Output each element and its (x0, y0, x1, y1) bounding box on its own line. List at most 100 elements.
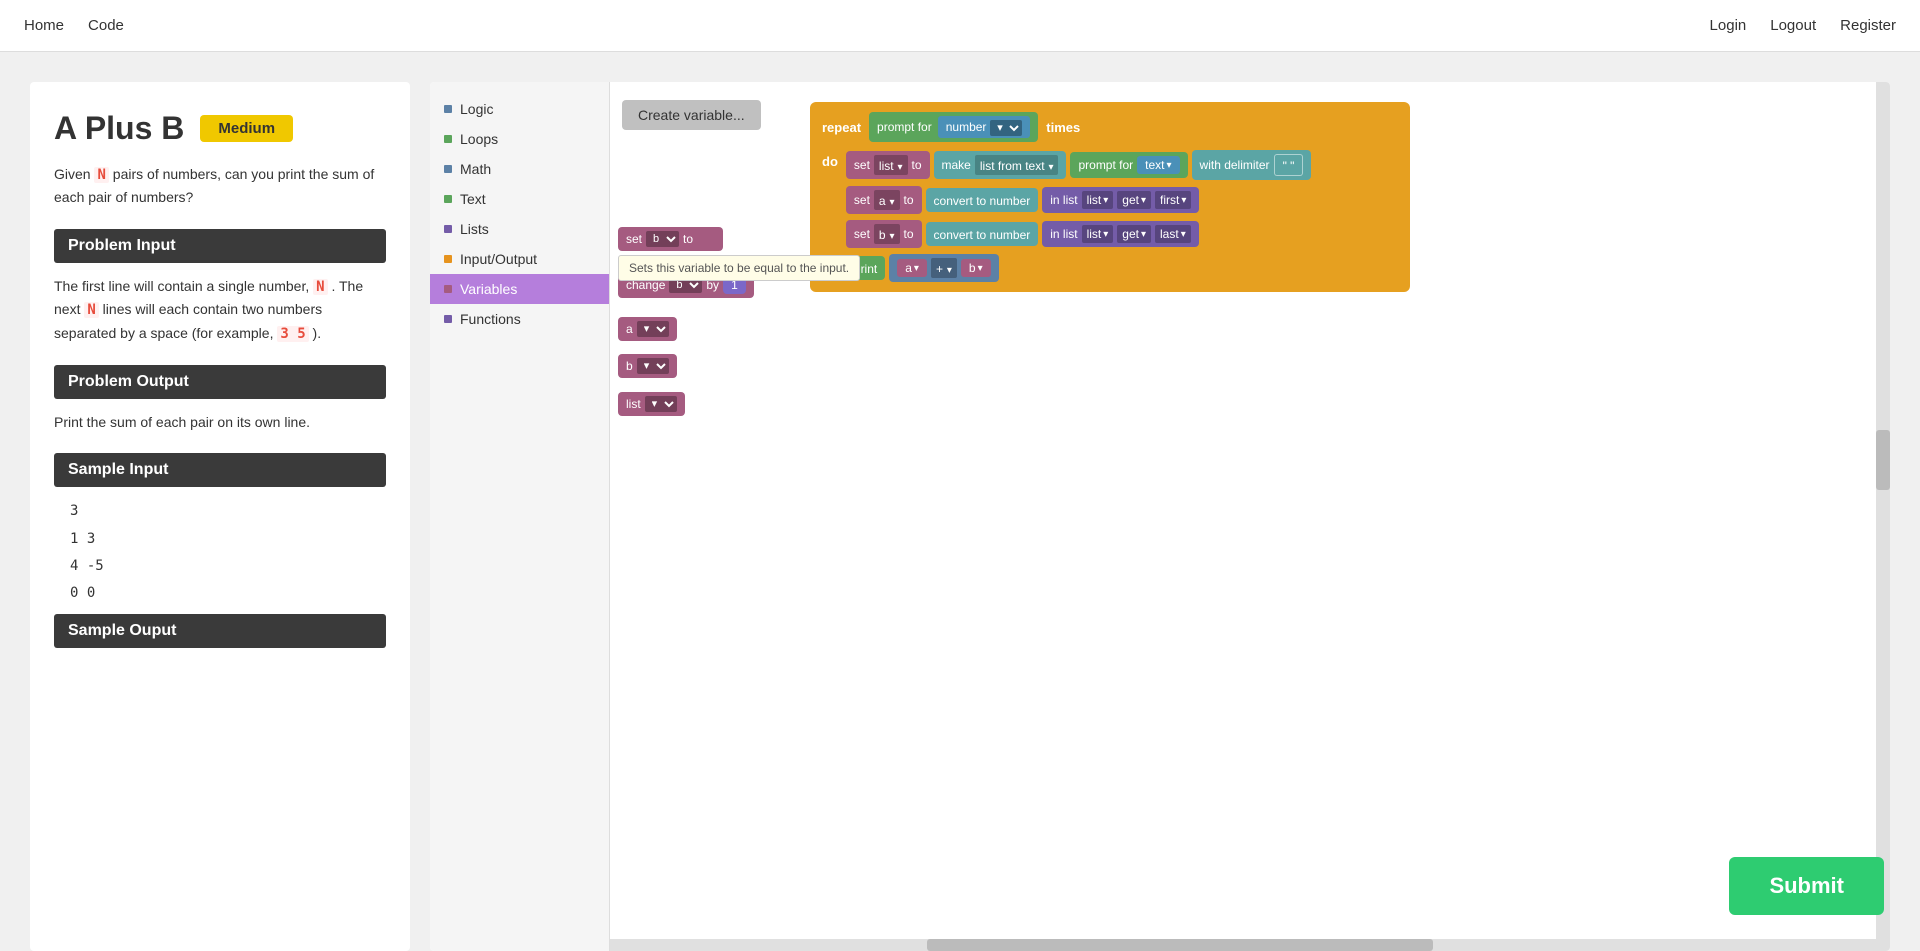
blockly-workspace: Create variable... set b to Sets this va… (610, 82, 1890, 951)
delimiter-value[interactable]: " " (1274, 154, 1304, 176)
get-select-a[interactable]: get ▾ (1117, 191, 1151, 209)
a-dropdown-arrow: ▾ (889, 197, 894, 208)
first-select[interactable]: first ▾ (1155, 191, 1191, 209)
a-plus-b-block[interactable]: a ▾ + ▾ b (889, 254, 998, 282)
text-type-block[interactable]: text ▾ (1137, 156, 1179, 174)
repeat-block: repeat prompt for number ▾ times (810, 102, 1410, 292)
to-label: to (683, 232, 693, 246)
toolbox-loops-label: Loops (460, 131, 498, 147)
convert-to-number-block-b[interactable]: convert to number (926, 222, 1039, 246)
prompt-for-text-block[interactable]: prompt for text ▾ (1070, 152, 1187, 178)
nav-register[interactable]: Register (1840, 17, 1896, 34)
set-b-to-label: to (904, 227, 914, 241)
nav-home[interactable]: Home (24, 17, 64, 34)
prompt-for-number-block[interactable]: prompt for number ▾ (869, 112, 1038, 142)
in-list-get-last-block[interactable]: in list list ▾ get ▾ (1042, 221, 1198, 247)
get-label-a: get (1122, 193, 1139, 207)
set-list-row: set list ▾ to mak (846, 150, 1312, 180)
set-a-to-label: to (904, 193, 914, 207)
set-b-label: set (854, 227, 870, 241)
plus-operator[interactable]: + ▾ (931, 258, 957, 278)
var-b-dropdown[interactable]: ▾ (637, 358, 669, 374)
problem-title: A Plus B (54, 110, 184, 147)
set-list-label: set (854, 158, 870, 172)
nav-login[interactable]: Login (1710, 17, 1747, 34)
list-from-text-arrow: ▾ (1048, 162, 1053, 173)
var-list-block[interactable]: list ▾ (618, 392, 685, 416)
a-var-select[interactable]: a ▾ (874, 190, 900, 210)
list-var-a-arrow: ▾ (1103, 195, 1108, 206)
a-print-label: a (905, 261, 912, 275)
set-b-row: set b ▾ to conver (846, 220, 1312, 248)
in-list-label-b: in list (1050, 227, 1077, 241)
functions-dot (444, 315, 452, 323)
get-arrow-b: ▾ (1141, 229, 1146, 240)
convert-to-number-label-b: convert to number (934, 228, 1031, 242)
list-from-text-label: list from text (980, 159, 1045, 173)
set-b-input-socket (697, 232, 715, 246)
var-b-block[interactable]: b ▾ (618, 354, 677, 378)
toolbox-inputoutput[interactable]: Input/Output (430, 244, 609, 274)
in-list-get-first-block[interactable]: in list list ▾ get ▾ (1042, 187, 1199, 213)
nav-logout[interactable]: Logout (1770, 17, 1816, 34)
var-a-dropdown[interactable]: ▾ (637, 321, 669, 337)
toolbox-lists[interactable]: Lists (430, 214, 609, 244)
scrollbar-thumb[interactable] (1876, 430, 1890, 490)
toolbox-text-label: Text (460, 191, 486, 207)
toolbox-logic-label: Logic (460, 101, 493, 117)
b-print-label: b (969, 261, 976, 275)
var-a-block[interactable]: a ▾ (618, 317, 677, 341)
convert-to-number-block-a[interactable]: convert to number (926, 188, 1039, 212)
var-b-label: b (626, 359, 633, 373)
lists-dot (444, 225, 452, 233)
get-arrow-a: ▾ (1141, 195, 1146, 206)
number-type-block[interactable]: number ▾ (938, 116, 1031, 138)
submit-button[interactable]: Submit (1729, 857, 1884, 915)
logic-dot (444, 105, 452, 113)
a-var-label: a (879, 194, 886, 208)
b-var-select[interactable]: b ▾ (874, 224, 900, 244)
var-a-label: a (626, 322, 633, 336)
last-label: last (1160, 227, 1179, 241)
set-list-block[interactable]: set list ▾ to (846, 151, 930, 179)
list-from-text-select[interactable]: list from text ▾ (975, 155, 1059, 175)
blockly-panel: Logic Loops Math Text Lists (430, 82, 1890, 951)
toolbox-math[interactable]: Math (430, 154, 609, 184)
sample-output-header: Sample Ouput (54, 614, 386, 648)
b-var-print[interactable]: b ▾ (961, 259, 991, 277)
toolbox-variables[interactable]: Variables (430, 274, 609, 304)
set-b-to-block[interactable]: set b to Sets this variable to be equal … (618, 227, 723, 251)
list-var-select[interactable]: list ▾ (874, 155, 908, 175)
sample-input-data: 3 1 3 4 -5 0 0 (70, 499, 386, 606)
problem-output-header: Problem Output (54, 365, 386, 399)
number-type-dropdown[interactable]: ▾ (990, 120, 1022, 136)
set-a-block[interactable]: set a ▾ to (846, 186, 922, 214)
nav-code[interactable]: Code (88, 17, 124, 34)
text-type-label: text (1145, 158, 1164, 172)
last-select[interactable]: last ▾ (1155, 225, 1191, 243)
toolbox-logic[interactable]: Logic (430, 94, 609, 124)
toolbox-functions[interactable]: Functions (430, 304, 609, 334)
prompt-for-label: prompt for (877, 120, 932, 134)
a-var-print[interactable]: a ▾ (897, 259, 927, 277)
horizontal-scrollbar-thumb[interactable] (927, 939, 1433, 951)
horizontal-scrollbar[interactable] (610, 939, 1876, 951)
b-dropdown-arrow: ▾ (889, 231, 894, 242)
make-list-from-text-block[interactable]: make list from text ▾ (934, 151, 1067, 179)
tooltip-set-variable: Sets this variable to be equal to the in… (618, 255, 860, 281)
number-type-label: number (946, 120, 987, 134)
list-var-b-select[interactable]: list ▾ (1082, 225, 1114, 243)
convert-to-number-label-a: convert to number (934, 194, 1031, 208)
toolbox-loops[interactable]: Loops (430, 124, 609, 154)
plus-label: + (936, 262, 943, 276)
vertical-scrollbar[interactable] (1876, 82, 1890, 951)
var-list-dropdown[interactable]: ▾ (645, 396, 677, 412)
toolbox-text[interactable]: Text (430, 184, 609, 214)
b-var-label: b (879, 228, 886, 242)
list-var-a-select[interactable]: list ▾ (1082, 191, 1114, 209)
list-var-a-label: list (1087, 193, 1102, 207)
create-variable-button[interactable]: Create variable... (622, 100, 761, 130)
get-select-b[interactable]: get ▾ (1117, 225, 1151, 243)
set-b-block[interactable]: set b ▾ to (846, 220, 922, 248)
set-b-dropdown[interactable]: b (646, 231, 679, 247)
